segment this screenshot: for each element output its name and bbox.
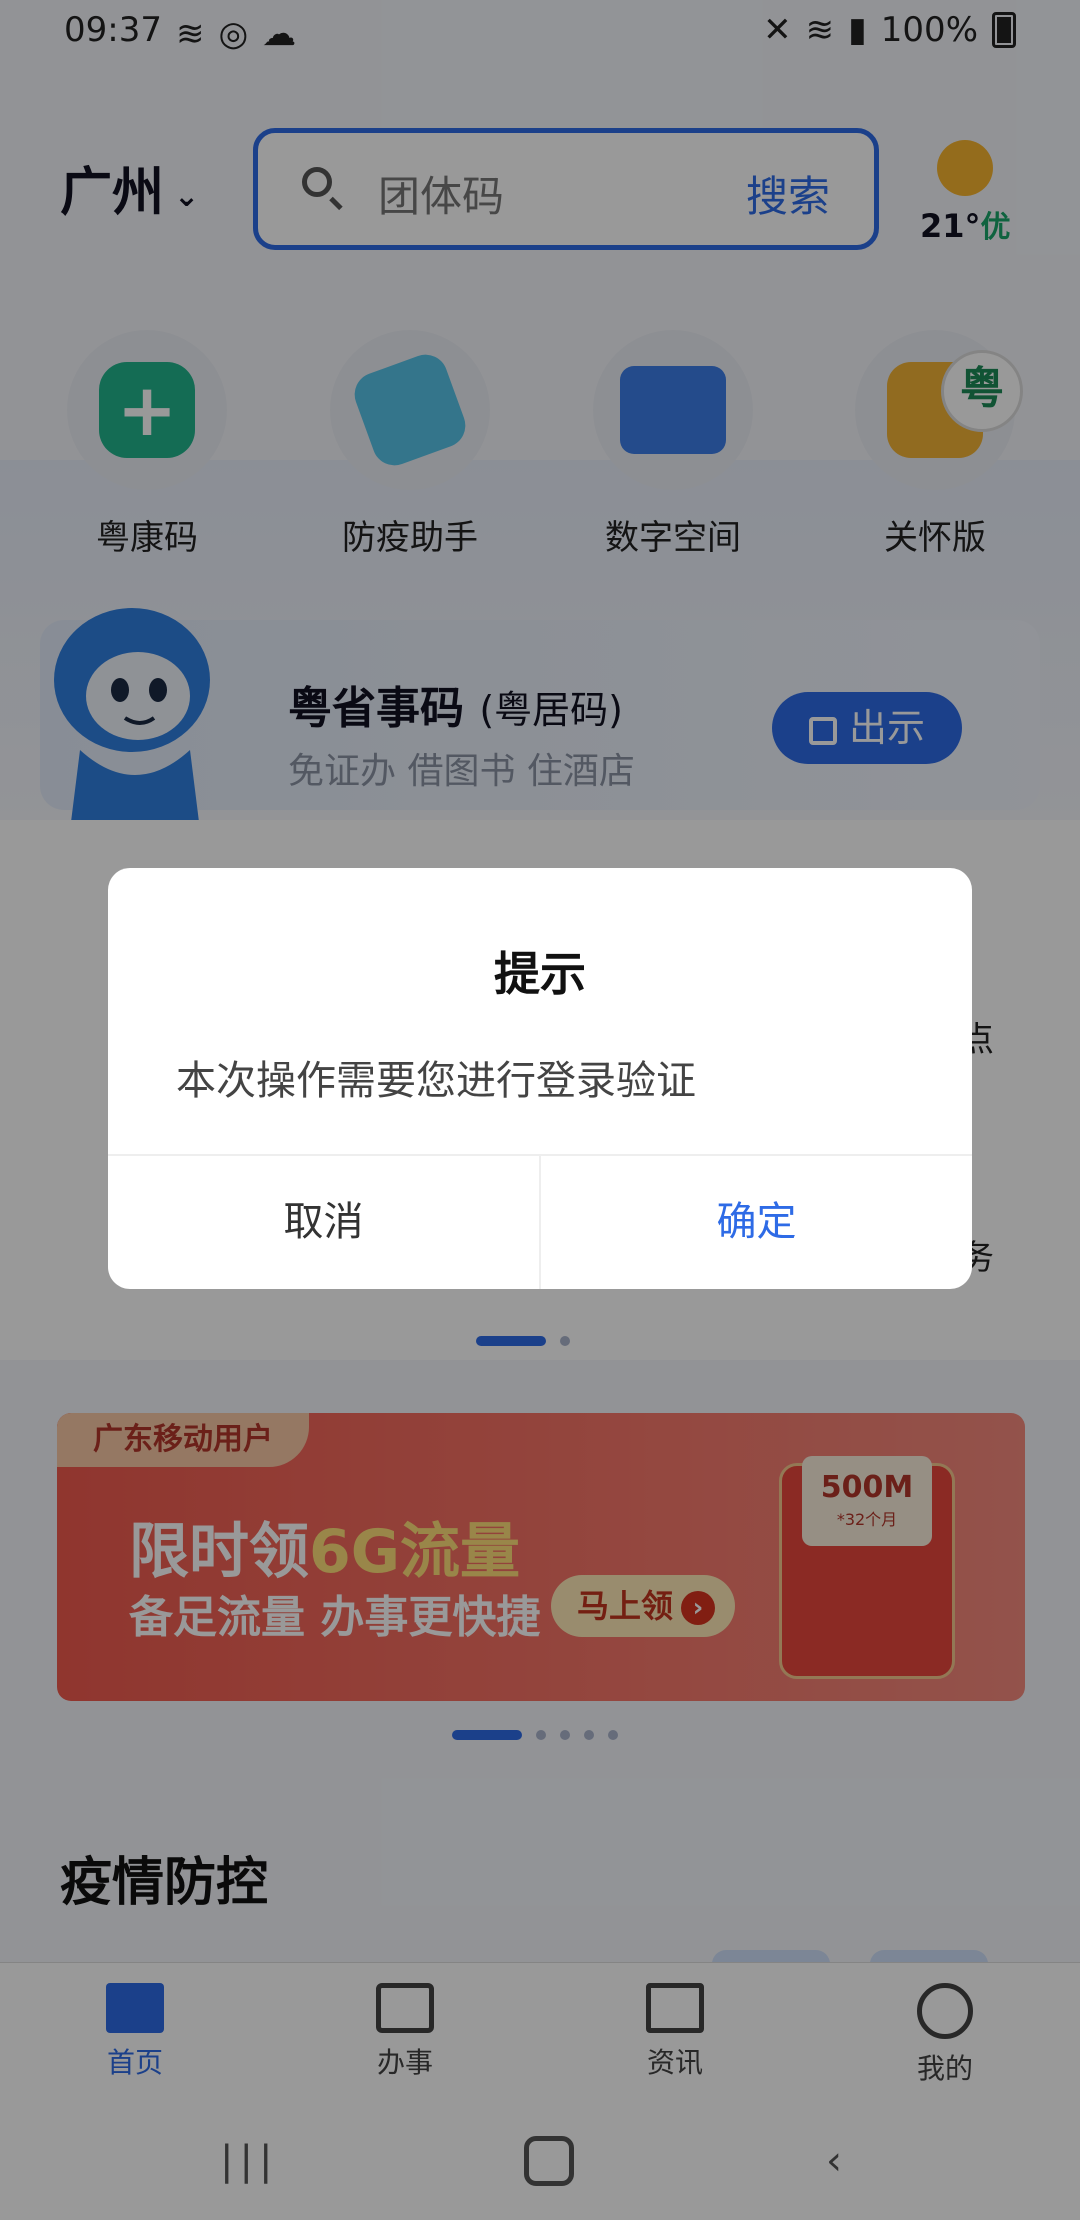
login-prompt-dialog: 提示 本次操作需要您进行登录验证 取消 确定 (108, 868, 972, 1289)
cancel-button[interactable]: 取消 (108, 1156, 539, 1289)
dialog-message: 本次操作需要您进行登录验证 (176, 1058, 696, 1104)
dialog-title: 提示 (494, 947, 586, 1001)
confirm-button[interactable]: 确定 (541, 1156, 972, 1289)
